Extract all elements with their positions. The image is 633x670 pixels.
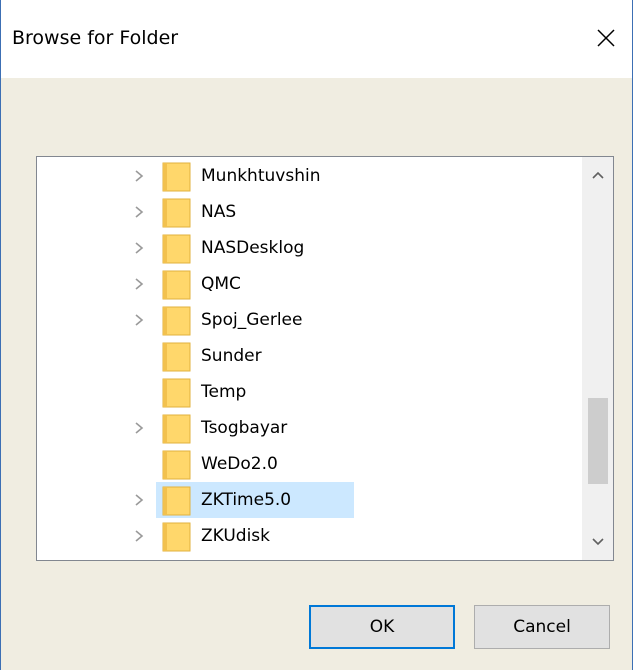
- tree-item-label: ZKUdisk: [201, 526, 270, 546]
- title-bar: Browse for Folder: [1, 0, 632, 78]
- tree-item-label: WeDo2.0: [201, 454, 278, 474]
- tree-item[interactable]: Spoj_Gerlee: [37, 302, 582, 338]
- folder-icon: [162, 342, 191, 372]
- ok-button[interactable]: OK: [309, 605, 455, 649]
- tree-item-label: Tsogbayar: [201, 418, 288, 438]
- chevron-right-icon[interactable]: [131, 528, 147, 544]
- tree-item-label: Munkhtuvshin: [201, 166, 321, 186]
- tree-item[interactable]: QMC: [37, 266, 582, 302]
- folder-icon: [162, 198, 191, 228]
- scroll-down-button[interactable]: [582, 524, 613, 560]
- tree-item[interactable]: Temp: [37, 374, 582, 410]
- tree-item-label: Temp: [201, 382, 247, 402]
- folder-icon: [162, 414, 191, 444]
- close-icon: [597, 29, 615, 47]
- folder-icon: [162, 234, 191, 264]
- chevron-right-icon[interactable]: [131, 312, 147, 328]
- vertical-scrollbar[interactable]: [582, 157, 613, 560]
- chevron-right-icon[interactable]: [131, 204, 147, 220]
- chevron-right-icon[interactable]: [131, 276, 147, 292]
- folder-icon: [162, 162, 191, 192]
- folder-icon: [162, 378, 191, 408]
- tree-item[interactable]: Tsogbayar: [37, 410, 582, 446]
- tree-item-label: NAS: [201, 202, 237, 222]
- chevron-right-icon[interactable]: [131, 168, 147, 184]
- tree-item[interactable]: NAS: [37, 194, 582, 230]
- tree-item-label: Spoj_Gerlee: [201, 310, 303, 330]
- tree-item[interactable]: WeDo2.0: [37, 446, 582, 482]
- chevron-right-icon[interactable]: [131, 420, 147, 436]
- tree-item[interactable]: NASDesklog: [37, 230, 582, 266]
- close-button[interactable]: [588, 20, 624, 56]
- folder-icon: [162, 270, 191, 300]
- folder-tree[interactable]: Munkhtuvshin NAS NASDesklog QMC Spoj_Gerlee S…: [36, 156, 614, 561]
- folder-icon: [162, 522, 191, 552]
- folder-tree-list: Munkhtuvshin NAS NASDesklog QMC Spoj_Gerlee S…: [37, 157, 582, 560]
- scroll-up-button[interactable]: [582, 157, 613, 193]
- cancel-button[interactable]: Cancel: [474, 605, 610, 649]
- scrollbar-thumb[interactable]: [588, 398, 608, 484]
- tree-item[interactable]: ZKUdisk: [37, 518, 582, 554]
- folder-icon: [162, 486, 191, 516]
- tree-item-label: Sunder: [201, 346, 262, 366]
- dialog-title: Browse for Folder: [12, 27, 179, 49]
- folder-icon: [162, 450, 191, 480]
- tree-item[interactable]: Sunder: [37, 338, 582, 374]
- chevron-right-icon[interactable]: [131, 492, 147, 508]
- chevron-down-icon: [591, 538, 604, 546]
- folder-icon: [162, 306, 191, 336]
- chevron-right-icon[interactable]: [131, 240, 147, 256]
- tree-item-label: QMC: [201, 274, 241, 294]
- chevron-up-icon: [591, 171, 604, 179]
- tree-item-label: NASDesklog: [201, 238, 305, 258]
- tree-item-label: ZKTime5.0: [201, 490, 292, 510]
- tree-item[interactable]: Munkhtuvshin: [37, 158, 582, 194]
- tree-item[interactable]: ZKTime5.0: [37, 482, 582, 518]
- browse-for-folder-dialog: Browse for Folder Munkhtuvshin NAS NASDesk…: [0, 0, 633, 670]
